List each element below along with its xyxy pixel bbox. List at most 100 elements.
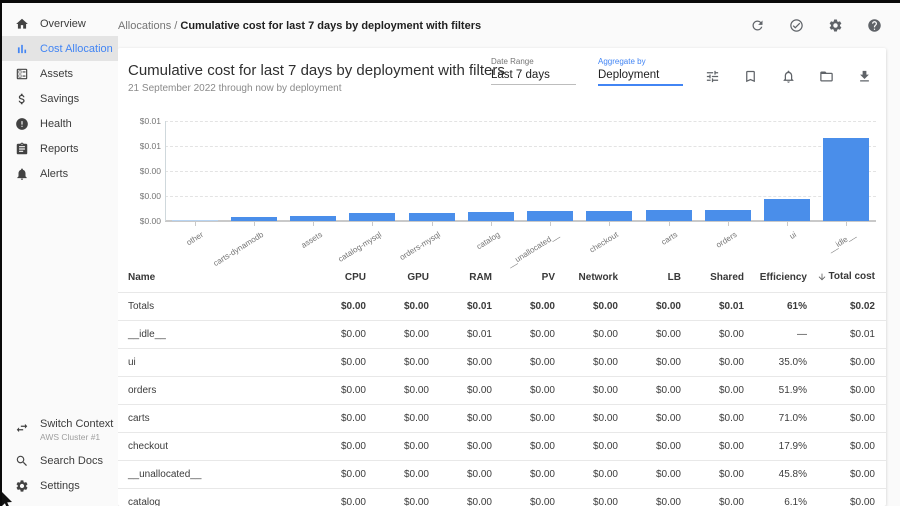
- cell: $0.00: [366, 348, 429, 376]
- axis-tick: [195, 222, 196, 226]
- sidebar-item-search-docs[interactable]: Search Docs: [0, 448, 118, 473]
- chart-bar[interactable]: [349, 213, 395, 221]
- cell: $0.00: [429, 376, 492, 404]
- report-action-icons: [705, 69, 872, 84]
- gear-icon: [15, 479, 29, 493]
- help-icon[interactable]: [867, 18, 882, 33]
- bell-icon: [15, 167, 29, 181]
- cell: $0.00: [555, 404, 618, 432]
- cell: $0.00: [429, 432, 492, 460]
- column-header-name[interactable]: Name: [118, 264, 303, 292]
- cell: $0.00: [429, 348, 492, 376]
- sidebar-item-savings[interactable]: Savings: [0, 86, 118, 111]
- bell-icon[interactable]: [781, 69, 796, 84]
- cell: $0.00: [681, 376, 744, 404]
- cell: $0.00: [303, 292, 366, 320]
- chart-bar[interactable]: [290, 216, 336, 221]
- mouse-cursor: [1, 492, 15, 506]
- bookmark-icon[interactable]: [743, 69, 758, 84]
- sidebar-item-assets[interactable]: Assets: [0, 61, 118, 86]
- column-header-cpu[interactable]: CPU: [303, 264, 366, 292]
- table-row[interactable]: orders$0.00$0.00$0.00$0.00$0.00$0.00$0.0…: [118, 376, 886, 404]
- cell: $0.00: [555, 376, 618, 404]
- date-range-select[interactable]: Last 7 days: [491, 66, 576, 85]
- table-row[interactable]: Totals$0.00$0.00$0.01$0.00$0.00$0.00$0.0…: [118, 292, 886, 320]
- breadcrumb-section[interactable]: Allocations: [118, 20, 171, 32]
- column-header-total-cost[interactable]: Total cost: [807, 264, 886, 292]
- sidebar-item-label: Savings: [40, 93, 79, 105]
- sidebar-item-health[interactable]: Health: [0, 111, 118, 136]
- sidebar-item-label: Reports: [40, 143, 79, 155]
- chart-bar[interactable]: [764, 199, 810, 221]
- cell: $0.01: [429, 292, 492, 320]
- sidebar-item-cost-allocation[interactable]: Cost Allocation: [0, 36, 118, 61]
- column-header-shared[interactable]: Shared: [681, 264, 744, 292]
- chart-bar[interactable]: [231, 217, 277, 221]
- table-row[interactable]: ui$0.00$0.00$0.00$0.00$0.00$0.00$0.0035.…: [118, 348, 886, 376]
- table-row[interactable]: __unallocated__$0.00$0.00$0.00$0.00$0.00…: [118, 460, 886, 488]
- chart-gridline: [165, 146, 876, 147]
- column-header-lb[interactable]: LB: [618, 264, 681, 292]
- sort-desc-icon: [817, 272, 827, 282]
- report-card: Cumulative cost for last 7 days by deplo…: [118, 48, 886, 506]
- refresh-icon[interactable]: [750, 18, 765, 33]
- cell: $0.00: [429, 460, 492, 488]
- chart-bar[interactable]: [586, 211, 632, 221]
- dollar-icon: [15, 92, 29, 106]
- chart-bar[interactable]: [823, 138, 869, 221]
- chart-bar[interactable]: [409, 213, 455, 221]
- sidebar-item-settings[interactable]: Settings: [0, 473, 118, 498]
- chart-bar[interactable]: [527, 211, 573, 221]
- aggregate-by-select[interactable]: Deployment: [598, 66, 683, 86]
- tune-icon[interactable]: [705, 69, 720, 84]
- sidebar-item-reports[interactable]: Reports: [0, 136, 118, 161]
- column-header-pv[interactable]: PV: [492, 264, 555, 292]
- column-header-gpu[interactable]: GPU: [366, 264, 429, 292]
- cell: 61%: [744, 292, 807, 320]
- cell: 45.8%: [744, 460, 807, 488]
- search-docs-label: Search Docs: [40, 455, 103, 467]
- row-name: ui: [118, 348, 303, 376]
- column-header-efficiency[interactable]: Efficiency: [744, 264, 807, 292]
- axis-tick: [372, 222, 373, 226]
- home-icon: [15, 17, 29, 31]
- x-axis-tick-label: catalog-mysql: [337, 230, 384, 264]
- chart-bar[interactable]: [172, 220, 218, 221]
- axis-tick: [254, 222, 255, 226]
- cell: $0.00: [492, 348, 555, 376]
- folder-icon[interactable]: [819, 69, 834, 84]
- table-row[interactable]: checkout$0.00$0.00$0.00$0.00$0.00$0.00$0…: [118, 432, 886, 460]
- sidebar-item-overview[interactable]: Overview: [0, 11, 118, 36]
- row-name: __idle__: [118, 320, 303, 348]
- sidebar-item-alerts[interactable]: Alerts: [0, 161, 118, 186]
- download-icon[interactable]: [857, 69, 872, 84]
- cell: $0.00: [303, 320, 366, 348]
- column-header-ram[interactable]: RAM: [429, 264, 492, 292]
- window-top-edge: [0, 0, 900, 3]
- table-row[interactable]: __idle__$0.00$0.00$0.01$0.00$0.00$0.00$0…: [118, 320, 886, 348]
- cell: $0.00: [366, 460, 429, 488]
- swap-arrows-icon: [15, 421, 29, 435]
- cell: $0.00: [366, 376, 429, 404]
- cell: $0.00: [555, 292, 618, 320]
- sidebar-item-switch-context[interactable]: Switch Context AWS Cluster #1: [0, 416, 118, 448]
- table-row[interactable]: catalog$0.00$0.00$0.00$0.00$0.00$0.00$0.…: [118, 488, 886, 506]
- sidebar-nav: Overview Cost Allocation Assets Savings …: [0, 11, 118, 186]
- cell: 17.9%: [744, 432, 807, 460]
- cell: $0.00: [618, 460, 681, 488]
- chart-bar[interactable]: [468, 212, 514, 221]
- cell: $0.00: [555, 348, 618, 376]
- x-axis-tick-label: carts-dynamodb: [211, 230, 264, 268]
- cell: $0.00: [681, 348, 744, 376]
- chart-bar[interactable]: [705, 210, 751, 221]
- cell: $0.00: [303, 488, 366, 506]
- check-circle-icon[interactable]: [789, 18, 804, 33]
- cell: $0.00: [618, 376, 681, 404]
- chart-bar[interactable]: [646, 210, 692, 221]
- topbar-icons: [750, 18, 882, 33]
- gear-icon[interactable]: [828, 18, 843, 33]
- column-header-network[interactable]: Network: [555, 264, 618, 292]
- current-cluster-label: AWS Cluster #1: [40, 432, 113, 442]
- table-row[interactable]: carts$0.00$0.00$0.00$0.00$0.00$0.00$0.00…: [118, 404, 886, 432]
- cell: $0.00: [807, 488, 886, 506]
